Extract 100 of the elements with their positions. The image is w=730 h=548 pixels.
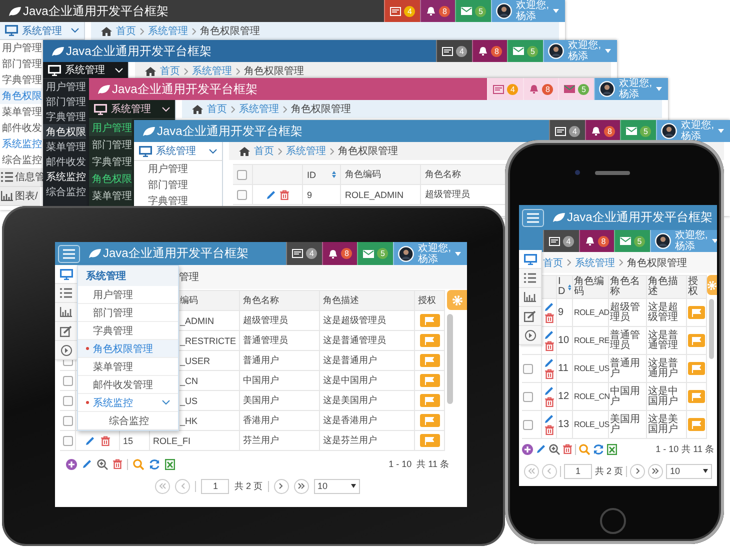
monitor-icon[interactable] bbox=[94, 104, 107, 114]
column-header[interactable]: 角色描述 bbox=[648, 277, 685, 297]
checkbox[interactable] bbox=[523, 364, 533, 374]
column-header[interactable]: 角色描述 bbox=[323, 294, 359, 307]
edit-icon[interactable] bbox=[544, 302, 554, 312]
bar-chart-icon[interactable] bbox=[524, 292, 536, 302]
breadcrumb-link[interactable]: 系统管理 bbox=[286, 144, 326, 158]
scrollbar[interactable] bbox=[447, 314, 453, 404]
edit-icon[interactable] bbox=[266, 190, 276, 200]
checkbox[interactable] bbox=[237, 190, 247, 200]
edit-icon[interactable] bbox=[524, 310, 536, 322]
home-icon[interactable] bbox=[192, 104, 203, 114]
menu-section[interactable]: 图表/ bbox=[0, 187, 40, 206]
caret-icon[interactable] bbox=[350, 484, 356, 488]
caret-icon[interactable] bbox=[703, 469, 708, 473]
checkbox[interactable] bbox=[63, 376, 73, 386]
breadcrumb-link[interactable]: 管理 bbox=[179, 270, 199, 284]
menu-item[interactable]: 用户管理 bbox=[89, 119, 132, 136]
notification-button[interactable]: 8 bbox=[472, 40, 508, 62]
column-header[interactable]: 角色名称 bbox=[243, 294, 279, 307]
add-icon[interactable] bbox=[522, 444, 533, 454]
double-chevron-right-icon[interactable] bbox=[652, 468, 659, 474]
breadcrumb-link[interactable]: 角色权限管理 bbox=[338, 144, 398, 158]
delete-icon[interactable] bbox=[544, 341, 554, 351]
add-icon[interactable] bbox=[66, 458, 77, 470]
column-header[interactable]: 角色名称 bbox=[425, 168, 461, 181]
menu-item[interactable]: 字典管理 bbox=[134, 193, 188, 209]
breadcrumb-link[interactable]: 角色权限管理 bbox=[291, 102, 351, 116]
page-input[interactable]: 1 bbox=[201, 478, 230, 494]
edit-icon[interactable] bbox=[544, 358, 554, 368]
edit-icon[interactable] bbox=[60, 326, 72, 336]
sort-icon[interactable] bbox=[568, 284, 571, 290]
column-header[interactable]: ID bbox=[558, 277, 567, 297]
column-header[interactable]: 授权 bbox=[418, 294, 436, 307]
menu-item[interactable]: 角色权限管理 bbox=[78, 340, 178, 358]
delete-icon[interactable] bbox=[544, 369, 554, 379]
menu-item[interactable]: 菜单管理 bbox=[43, 139, 86, 154]
menu-item[interactable]: 字典管理 bbox=[43, 109, 86, 124]
breadcrumb-link[interactable]: 系统管理 bbox=[575, 256, 615, 270]
menu-item[interactable]: 菜单管理 bbox=[89, 187, 132, 204]
menu-item[interactable]: 部门管理 bbox=[43, 94, 86, 109]
delete-icon[interactable] bbox=[113, 459, 122, 469]
menu-item[interactable]: 用户管理 bbox=[43, 79, 86, 94]
zoom-in-icon[interactable] bbox=[549, 444, 560, 454]
notification-button[interactable]: 8 bbox=[420, 0, 456, 22]
menu-item[interactable]: 角色权限 bbox=[43, 124, 86, 139]
checkbox[interactable] bbox=[237, 170, 247, 180]
edit-icon[interactable] bbox=[544, 414, 554, 424]
home-icon[interactable] bbox=[145, 66, 156, 76]
next-page-button[interactable] bbox=[274, 478, 288, 494]
scrollbar[interactable] bbox=[709, 299, 714, 359]
menu-item[interactable]: 邮件收发 bbox=[0, 120, 42, 136]
spreadsheet-icon[interactable] bbox=[165, 458, 175, 470]
chevron-right-icon[interactable] bbox=[279, 483, 283, 489]
menu-item[interactable]: 菜单管理 bbox=[78, 358, 178, 376]
menu-item[interactable]: 部门管理 bbox=[0, 56, 42, 72]
edit-icon[interactable] bbox=[82, 459, 92, 469]
refresh-icon[interactable] bbox=[593, 444, 604, 454]
breadcrumb-link[interactable]: 角色权限管理 bbox=[627, 256, 687, 270]
bar-chart-icon[interactable] bbox=[1, 191, 13, 201]
menu-group-header[interactable]: 系统管理 bbox=[89, 100, 175, 119]
menu-group-header[interactable]: 系统管理 bbox=[0, 22, 84, 40]
menu-group-header[interactable]: 系统管理 bbox=[78, 266, 178, 286]
edit-icon[interactable] bbox=[544, 386, 554, 396]
notification-button[interactable]: 8 bbox=[579, 230, 614, 252]
checkbox[interactable] bbox=[523, 392, 533, 402]
menu-item[interactable]: 用户管理 bbox=[78, 286, 178, 304]
menu-group-header[interactable]: 系统管理 bbox=[43, 62, 128, 79]
menu-button[interactable] bbox=[58, 244, 80, 262]
search-icon[interactable] bbox=[133, 458, 144, 470]
menu-item[interactable]: 用户管理 bbox=[0, 40, 42, 56]
delete-icon[interactable] bbox=[280, 190, 289, 200]
delete-icon[interactable] bbox=[544, 313, 554, 323]
notification-button[interactable]: 8 bbox=[322, 242, 358, 265]
list-icon[interactable] bbox=[524, 273, 536, 283]
expand-icon[interactable] bbox=[524, 330, 536, 340]
search-icon[interactable] bbox=[579, 444, 590, 454]
menu-item[interactable]: 综合监控 bbox=[43, 184, 86, 199]
double-chevron-right-icon[interactable] bbox=[298, 483, 304, 489]
menu-item[interactable]: 字典管理 bbox=[89, 153, 132, 170]
sort-icon[interactable] bbox=[332, 171, 336, 178]
menu-item[interactable]: 菜单管理 bbox=[0, 104, 42, 120]
menu-item[interactable]: 综合监控 bbox=[0, 152, 42, 168]
menu-item[interactable]: 邮件收发管理 bbox=[78, 376, 178, 394]
checkbox[interactable] bbox=[63, 436, 73, 446]
column-header[interactable]: 编码 bbox=[180, 294, 198, 307]
checkbox[interactable] bbox=[523, 420, 533, 430]
menu-item[interactable]: 部门管理 bbox=[89, 136, 132, 153]
checkbox[interactable] bbox=[63, 416, 73, 426]
delete-icon[interactable] bbox=[544, 425, 554, 435]
rail-tab[interactable] bbox=[519, 250, 541, 269]
menu-item[interactable]: 用户管理 bbox=[134, 161, 188, 177]
next-page-button[interactable] bbox=[630, 464, 645, 478]
edit-icon[interactable] bbox=[536, 444, 546, 454]
page-size-select[interactable]: 10 bbox=[666, 464, 712, 478]
refresh-icon[interactable] bbox=[149, 458, 160, 470]
last-page-button[interactable] bbox=[294, 478, 308, 494]
home-icon[interactable] bbox=[101, 26, 112, 36]
checkbox[interactable] bbox=[63, 396, 73, 406]
expand-icon[interactable] bbox=[60, 344, 72, 356]
